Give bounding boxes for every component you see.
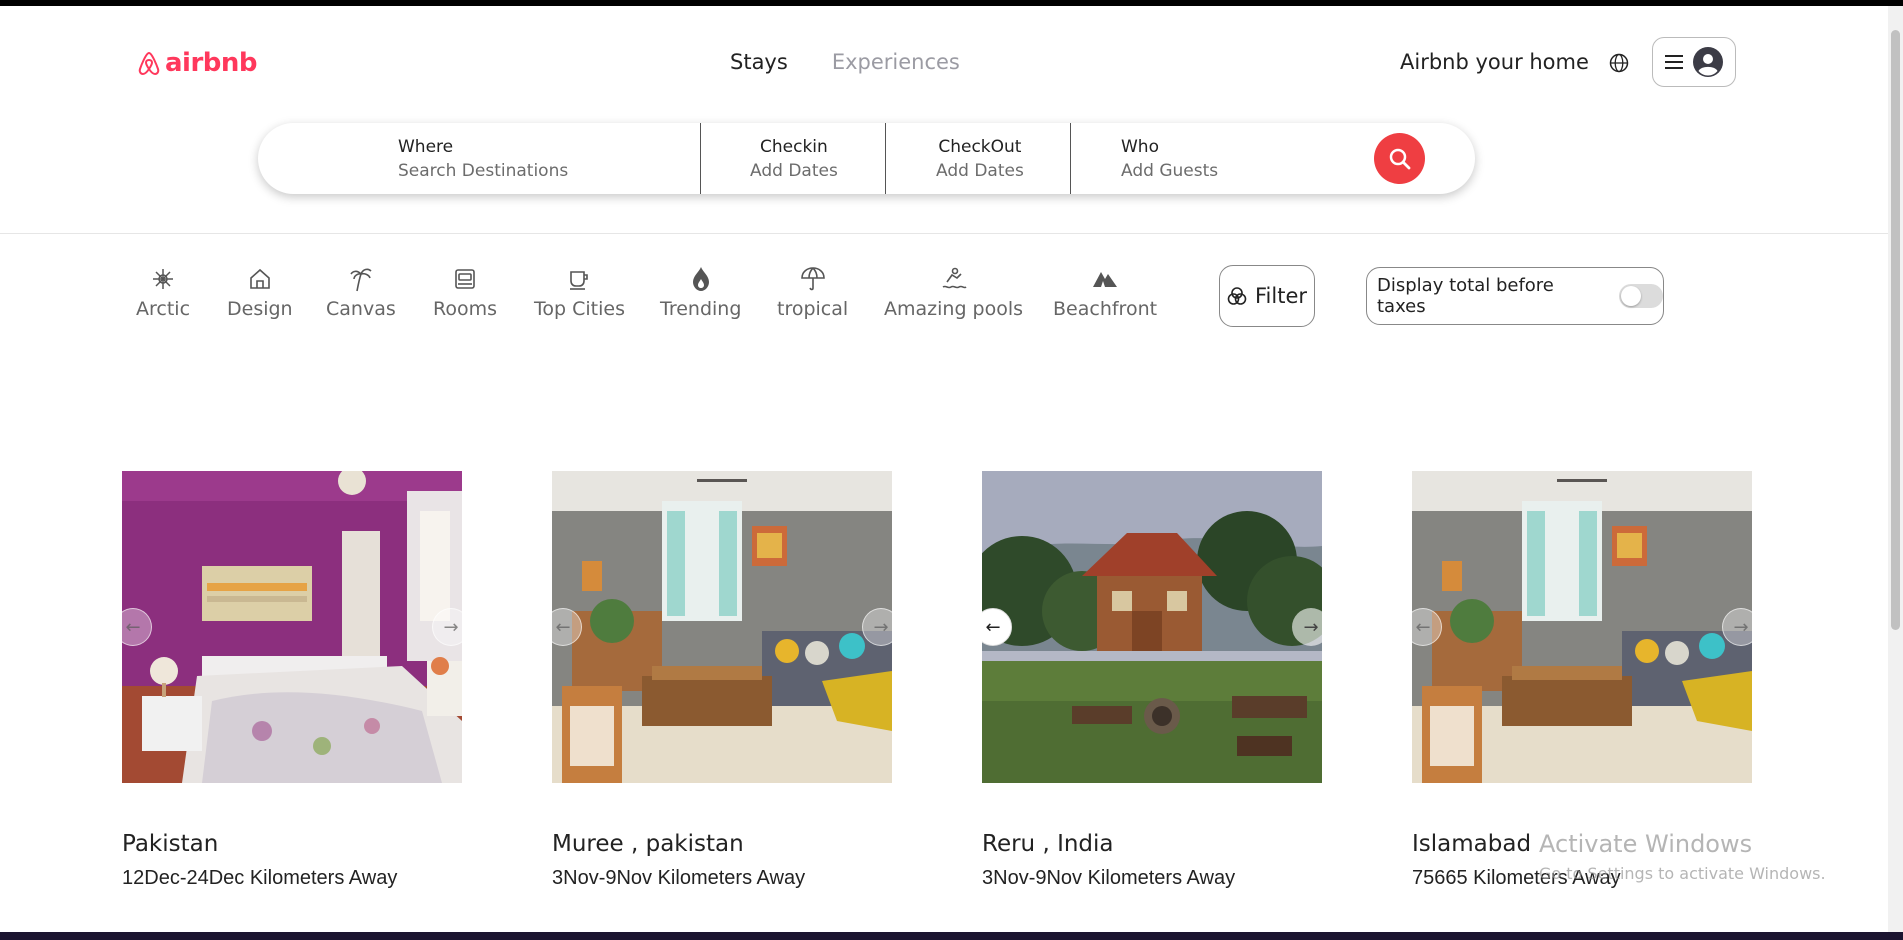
top-nav: Stays Experiences: [730, 50, 960, 74]
category-label: Amazing pools: [884, 298, 1024, 320]
logo-text: airbnb: [165, 48, 258, 78]
arrow-left-icon: ←: [1415, 616, 1431, 638]
cup-icon: [570, 271, 589, 290]
listing-card[interactable]: ← → Pakistan 12Dec-24Dec Kilometers Away: [122, 471, 462, 890]
listing-card[interactable]: ← → Muree , pakistan 3Nov-9Nov Kilometer…: [552, 471, 892, 890]
bed-icon: [455, 269, 475, 289]
scrollbar-thumb[interactable]: [1891, 30, 1900, 630]
category-label: Top Cities: [534, 298, 625, 320]
category-canvas[interactable]: Canvas: [326, 264, 396, 320]
category-design[interactable]: Design: [227, 264, 293, 320]
search-divider: [885, 123, 886, 194]
toggle-knob: [1621, 286, 1642, 306]
search-icon: [1389, 148, 1410, 169]
checkout-placeholder: Add Dates: [936, 161, 1024, 181]
category-label: Design: [227, 298, 293, 320]
category-label: tropical: [777, 298, 849, 320]
listing-subtitle: 3Nov-9Nov Kilometers Away: [982, 867, 1236, 889]
listing-photo-purple-bedroom[interactable]: ← →: [122, 471, 462, 783]
arrow-left-icon: ←: [555, 616, 571, 638]
listing-photo-wooden-cabin[interactable]: ← →: [982, 471, 1322, 783]
arrow-right-icon: →: [1733, 616, 1749, 638]
listing-subtitle: 3Nov-9Nov Kilometers Away: [552, 867, 806, 889]
category-beachfront[interactable]: Beachfront: [1053, 264, 1157, 320]
tent-icon: [1093, 272, 1118, 287]
carousel-next-button[interactable]: →: [862, 608, 892, 646]
globe-icon[interactable]: [1609, 53, 1629, 77]
umbrella-icon: [800, 267, 825, 291]
browser-top-edge: [0, 0, 1903, 6]
listing-title: Pakistan: [122, 831, 219, 857]
listing-subtitle: 12Dec-24Dec Kilometers Away: [122, 867, 398, 889]
arrow-right-icon: →: [443, 616, 459, 638]
category-arctic[interactable]: Arctic: [136, 264, 190, 320]
checkin-label: Checkin: [760, 137, 828, 157]
hamburger-icon: [1665, 55, 1683, 69]
house-icon: [249, 268, 270, 289]
filter-button[interactable]: Filter: [1219, 265, 1315, 327]
user-menu-button[interactable]: [1652, 37, 1736, 87]
category-top-cities[interactable]: Top Cities: [534, 264, 625, 320]
category-tropical[interactable]: tropical: [777, 264, 848, 320]
flame-icon: [692, 267, 709, 291]
category-bar: Arctic Design Canvas Rooms Top Cities Tr…: [0, 264, 1200, 324]
airbnb-logo-icon: [138, 51, 160, 76]
listing-title: Reru , India: [982, 831, 1114, 857]
who-placeholder: Add Guests: [1121, 161, 1219, 181]
search-bar: Where Search Destinations Checkin Add Da…: [258, 123, 1475, 194]
search-divider: [700, 123, 701, 194]
where-field[interactable]: Where Search Destinations: [398, 137, 568, 181]
carousel-next-button[interactable]: →: [432, 608, 462, 646]
category-label: Rooms: [433, 298, 498, 320]
swimmer-icon: [942, 267, 967, 289]
tax-toggle-label: Display total before taxes: [1377, 275, 1554, 317]
avatar-icon: [1693, 47, 1723, 77]
checkin-field[interactable]: Checkin Add Dates: [750, 137, 838, 181]
listing-card[interactable]: ← → Reru , India 3Nov-9Nov Kilometers Aw…: [982, 471, 1322, 890]
watermark-subtitle: Go to Settings to activate Windows.: [1539, 864, 1826, 883]
palm-tree-icon: [350, 268, 372, 292]
checkin-placeholder: Add Dates: [750, 161, 838, 181]
listing-title: Muree , pakistan: [552, 831, 744, 857]
arrow-left-icon: ←: [125, 616, 141, 638]
header-divider: [0, 233, 1888, 234]
tax-toggle-box: Display total before taxes: [1366, 267, 1664, 325]
listing-photo-living-room[interactable]: ← →: [1412, 471, 1752, 783]
airbnb-logo[interactable]: airbnb: [137, 48, 258, 78]
category-label: Canvas: [326, 298, 396, 320]
category-label: Arctic: [136, 298, 191, 320]
arrow-right-icon: →: [873, 616, 889, 638]
listing-card[interactable]: ← → Islamabad 75665 Kilometers Away: [1412, 471, 1752, 890]
host-link[interactable]: Airbnb your home: [1400, 50, 1589, 74]
filter-label: Filter: [1254, 284, 1307, 308]
where-placeholder: Search Destinations: [398, 161, 569, 181]
search-divider: [1070, 123, 1071, 194]
category-label: Trending: [660, 298, 742, 320]
who-label: Who: [1121, 137, 1159, 157]
arrow-left-icon: ←: [985, 616, 1001, 638]
carousel-next-button[interactable]: →: [1722, 608, 1752, 646]
watermark-title: Activate Windows: [1539, 830, 1753, 858]
who-field[interactable]: Who Add Guests: [1121, 137, 1218, 181]
tax-toggle-switch[interactable]: [1619, 284, 1663, 308]
checkout-label: CheckOut: [938, 137, 1022, 157]
category-rooms[interactable]: Rooms: [433, 264, 497, 320]
listing-photo-living-room[interactable]: ← →: [552, 471, 892, 783]
tab-stays[interactable]: Stays: [730, 50, 788, 74]
tab-experiences[interactable]: Experiences: [832, 50, 960, 74]
category-label: Beachfront: [1053, 298, 1158, 320]
taskbar-edge: [0, 932, 1903, 940]
search-button[interactable]: [1374, 133, 1425, 184]
where-label: Where: [398, 137, 454, 157]
carousel-next-button[interactable]: →: [1292, 608, 1322, 646]
category-trending[interactable]: Trending: [660, 264, 741, 320]
category-amazing-pools[interactable]: Amazing pools: [884, 264, 1023, 320]
arrow-right-icon: →: [1303, 616, 1319, 638]
activation-watermark: Activate Windows Go to Settings to activ…: [1539, 830, 1826, 883]
checkout-field[interactable]: CheckOut Add Dates: [936, 137, 1024, 181]
filter-icon: [1227, 287, 1247, 305]
snowflake-icon: [153, 269, 173, 289]
